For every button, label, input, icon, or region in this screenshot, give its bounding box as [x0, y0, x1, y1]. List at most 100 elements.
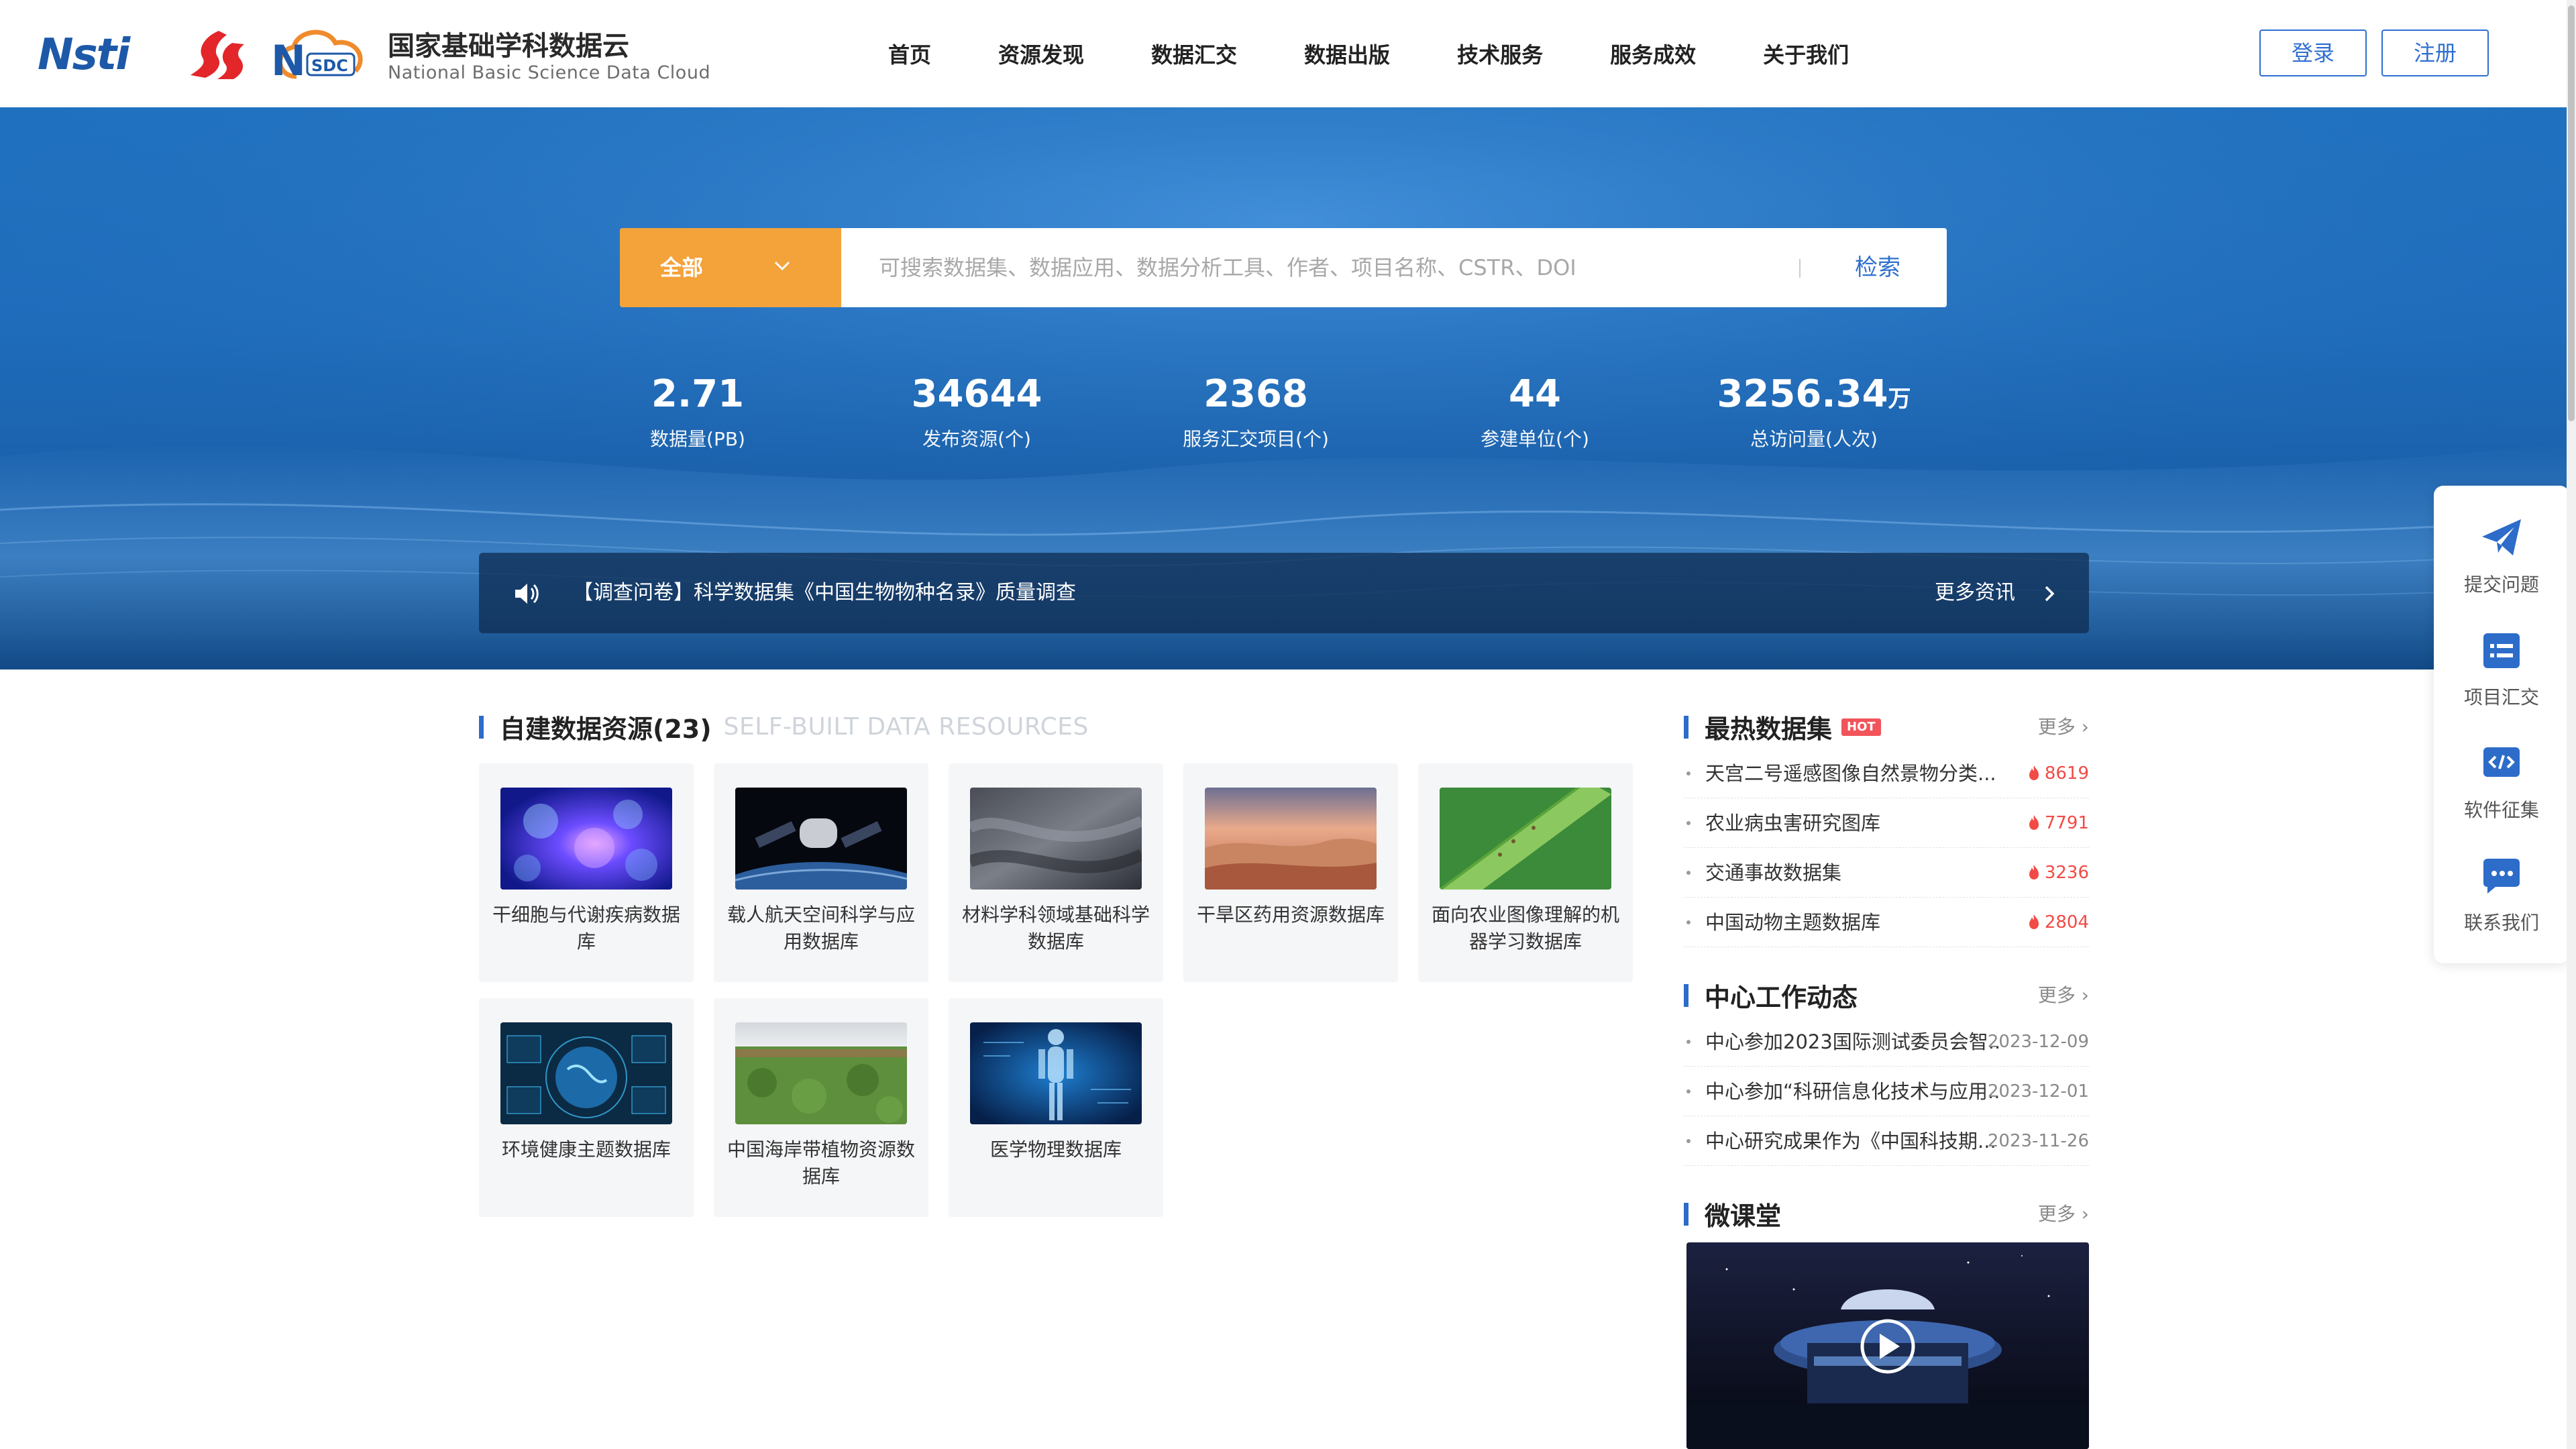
resource-card[interactable]: 中国海岸带植物资源数据库	[714, 998, 928, 1217]
fire-icon	[2029, 914, 2039, 929]
main-nav: 首页 资源发现 数据汇交 数据出版 技术服务 服务成效 关于我们	[872, 35, 1916, 75]
nav-service-results[interactable]: 服务成效	[1610, 35, 1696, 75]
fire-icon	[2029, 815, 2039, 830]
scrollbar-thumb[interactable]	[2568, 5, 2575, 421]
resource-card-title: 医学物理数据库	[989, 1138, 1122, 1161]
site-name-en: National Basic Science Data Cloud	[388, 62, 711, 83]
hot-dataset-item[interactable]: 农业病虫害研究图库 7791	[1684, 798, 2089, 848]
site-name: 国家基础学科数据云 National Basic Science Data Cl…	[388, 30, 710, 83]
hero-banner: 全部 检索 2.71 数据量(PB) 34644 发布资源(个) 2368 服务…	[0, 107, 2576, 669]
dataset-count: 2804	[2027, 898, 2089, 947]
search-button[interactable]: 检索	[1827, 228, 1928, 307]
news-item[interactable]: 中心参加“科研信息化技术与应用... 2023-12-01	[1684, 1067, 2089, 1116]
micro-class-video[interactable]	[1686, 1242, 2089, 1449]
news-item[interactable]: 中心参加2023国际测试委员会智... 2023-12-09	[1684, 1017, 2089, 1067]
login-button[interactable]: 登录	[2259, 30, 2367, 76]
news-item-title: 中心参加“科研信息化技术与应用...	[1705, 1080, 2000, 1103]
nsdc-logo[interactable]: N SDC	[270, 24, 370, 85]
resources-section-header: 自建数据资源(23) SELF-BUILT DATA RESOURCES	[479, 708, 1089, 745]
stat-label: 总访问量(人次)	[1750, 428, 1878, 450]
float-label: 软件征集	[2463, 799, 2539, 821]
float-label: 联系我们	[2463, 912, 2539, 934]
hot-datasets-title: 最热数据集	[1705, 714, 1833, 744]
stat-value: 34644	[911, 372, 1042, 416]
chat-icon	[2483, 859, 2520, 894]
project-submission-button[interactable]: 项目汇交	[2434, 623, 2569, 730]
stat-service-projects: 2368 服务汇交项目(个)	[1122, 369, 1390, 454]
news-item-date: 2023-12-09	[1987, 1032, 2089, 1052]
resource-card-title: 环境健康主题数据库	[501, 1138, 671, 1161]
nav-home[interactable]: 首页	[888, 35, 931, 75]
site-header: Nsti N SDC 国家基础学科数据云 National Basic Scie…	[0, 0, 2576, 107]
float-label: 提交问题	[2463, 574, 2539, 596]
section-accent-bar	[1684, 715, 1688, 739]
more-news-link[interactable]: 更多资讯	[1935, 553, 2015, 633]
nav-resource-discovery[interactable]: 资源发现	[998, 35, 1084, 75]
cells-image	[500, 788, 672, 890]
search-divider	[1799, 259, 1801, 278]
news-more-link[interactable]: 更多 ›	[2038, 981, 2089, 1008]
submit-question-button[interactable]: 提交问题	[2434, 510, 2569, 617]
news-header: 中心工作动态 更多 ›	[1684, 977, 2089, 1014]
resource-card[interactable]: 面向农业图像理解的机器学习数据库	[1418, 763, 1633, 982]
hot-dataset-item[interactable]: 天宫二号遥感图像自然景物分类... 8619	[1684, 749, 2089, 798]
nav-tech-services[interactable]: 技术服务	[1457, 35, 1543, 75]
more-label: 更多	[2037, 1203, 2076, 1225]
more-label: 更多	[2037, 716, 2076, 738]
resources-title: 自建数据资源(23)	[500, 714, 712, 744]
resource-card-title: 干细胞与代谢疾病数据库	[492, 904, 680, 953]
stat-value: 44	[1509, 372, 1561, 416]
field-image	[735, 1022, 907, 1124]
hot-dataset-item[interactable]: 中国动物主题数据库 2804	[1684, 898, 2089, 947]
site-name-cn: 国家基础学科数据云	[388, 31, 629, 62]
stat-label: 参建单位(个)	[1481, 428, 1589, 450]
globe-dashboard-image	[500, 1022, 672, 1124]
hot-dataset-item[interactable]: 交通事故数据集 3236	[1684, 848, 2089, 898]
stat-unit: 万	[1888, 386, 1911, 413]
search-input[interactable]	[841, 228, 1780, 307]
search-category-select[interactable]: 全部	[620, 228, 841, 307]
resource-card[interactable]: 材料学科领域基础科学数据库	[949, 763, 1163, 982]
svg-text:SDC: SDC	[311, 56, 348, 75]
news-item[interactable]: 中心研究成果作为《中国科技期... 2023-11-26	[1684, 1116, 2089, 1166]
software-collection-button[interactable]: 软件征集	[2434, 735, 2569, 843]
svg-text:N: N	[271, 36, 306, 85]
chevron-right-icon	[2045, 586, 2055, 602]
section-accent-bar	[1684, 1202, 1688, 1226]
resource-card[interactable]: 干旱区药用资源数据库	[1183, 763, 1398, 982]
register-button[interactable]: 注册	[2381, 30, 2489, 76]
resource-card[interactable]: 载人航天空间科学与应用数据库	[714, 763, 928, 982]
stat-published-resources: 34644 发布资源(个)	[843, 369, 1111, 454]
stat-total-visits: 3256.34万 总访问量(人次)	[1680, 369, 1948, 454]
micro-class-title: 微课堂	[1705, 1201, 1782, 1231]
hot-datasets-header: 最热数据集 HOT 更多 ›	[1684, 708, 2089, 745]
nsti-logo[interactable]: Nsti	[38, 32, 162, 78]
micro-class-header: 微课堂 更多 ›	[1684, 1195, 2089, 1232]
section-accent-bar	[479, 715, 484, 739]
resource-card-title: 载人航天空间科学与应用数据库	[727, 904, 915, 953]
resource-card-title: 材料学科领域基础科学数据库	[961, 904, 1150, 953]
notice-text[interactable]: 【调查问卷】科学数据集《中国生物物种名录》质量调查	[573, 553, 1076, 633]
nav-data-publishing[interactable]: 数据出版	[1304, 35, 1390, 75]
nav-about-us[interactable]: 关于我们	[1763, 35, 1849, 75]
partner-logo[interactable]	[185, 28, 247, 82]
resource-card[interactable]: 干细胞与代谢疾病数据库	[479, 763, 694, 982]
nav-data-submission[interactable]: 数据汇交	[1151, 35, 1237, 75]
dataset-count: 7791	[2027, 798, 2089, 848]
resource-card[interactable]: 环境健康主题数据库	[479, 998, 694, 1217]
folder-list-icon	[2483, 633, 2520, 668]
news-item-date: 2023-11-26	[1987, 1131, 2089, 1151]
hot-more-link[interactable]: 更多 ›	[2038, 712, 2089, 739]
stat-value: 3256.34	[1717, 372, 1888, 416]
resource-card[interactable]: 医学物理数据库	[949, 998, 1163, 1217]
contact-us-button[interactable]: 联系我们	[2434, 848, 2569, 955]
stat-label: 数据量(PB)	[650, 428, 745, 450]
stat-label: 发布资源(个)	[922, 428, 1031, 450]
news-item-date: 2023-12-01	[1987, 1081, 2089, 1102]
micro-more-link[interactable]: 更多 ›	[2038, 1199, 2089, 1226]
dataset-count: 3236	[2027, 848, 2089, 898]
section-accent-bar	[1684, 983, 1688, 1007]
fire-icon	[2029, 765, 2039, 780]
resources-subtitle: SELF-BUILT DATA RESOURCES	[723, 713, 1089, 741]
news-item-title: 中心参加2023国际测试委员会智...	[1705, 1030, 2000, 1053]
